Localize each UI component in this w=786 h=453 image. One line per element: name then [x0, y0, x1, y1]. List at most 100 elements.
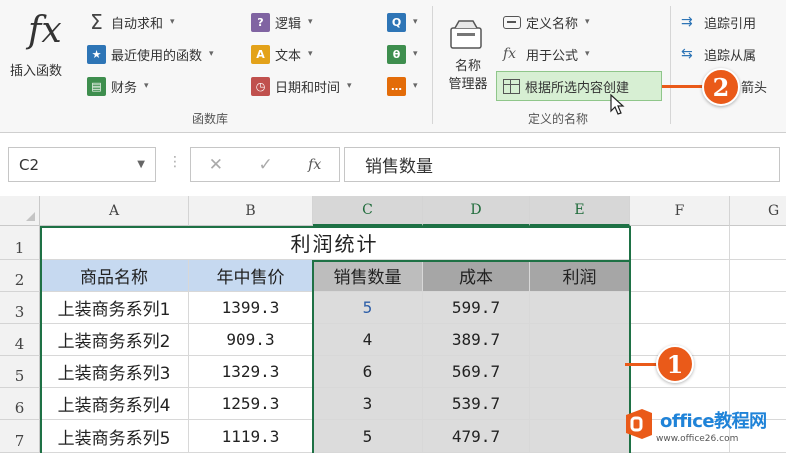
column-header-c[interactable]: C	[313, 196, 423, 226]
formula-input[interactable]: 销售数量	[344, 147, 780, 182]
select-all-corner[interactable]	[0, 196, 40, 226]
column-header-b[interactable]: B	[189, 196, 313, 226]
table-cell[interactable]: 1329.3	[189, 356, 313, 388]
cell-f1[interactable]	[630, 226, 730, 260]
resize-handle-icon[interactable]: ⋮	[168, 154, 182, 170]
lookup-reference-button[interactable]: Q ▾	[384, 10, 421, 34]
header-cell-name[interactable]: 商品名称	[40, 260, 189, 292]
table-cell[interactable]: 3	[313, 388, 423, 420]
logical-button[interactable]: ? 逻辑 ▾	[248, 10, 316, 34]
lookup-icon: Q	[387, 12, 406, 32]
table-cell[interactable]: 1399.3	[189, 292, 313, 324]
chevron-down-icon: ▾	[144, 81, 149, 91]
table-cell[interactable]: 上装商务系列1	[40, 292, 189, 324]
cell-g2[interactable]	[730, 260, 786, 292]
column-header-g[interactable]: G	[730, 196, 786, 226]
cell-g3[interactable]	[730, 292, 786, 324]
date-time-button[interactable]: ◷ 日期和时间 ▾	[248, 74, 355, 98]
table-cell[interactable]: 上装商务系列5	[40, 420, 189, 453]
cell-g1[interactable]	[730, 226, 786, 260]
insert-function-icon[interactable]: fx	[308, 157, 321, 173]
table-cell[interactable]: 389.7	[423, 324, 530, 356]
financial-button[interactable]: ▤ 财务 ▾	[84, 74, 152, 98]
use-in-formula-button[interactable]: 𝑓x 用于公式 ▾	[500, 42, 593, 66]
table-cell[interactable]	[530, 388, 630, 420]
define-name-button[interactable]: 定义名称 ▾	[500, 10, 593, 34]
row-header-6[interactable]: 6	[0, 388, 40, 420]
clock-icon: ◷	[251, 76, 270, 96]
trace-precedents-button[interactable]: ⇉ 追踪引用	[678, 10, 759, 34]
recent-functions-button[interactable]: ★ 最近使用的函数 ▾	[84, 42, 217, 66]
sigma-icon: Σ	[90, 10, 103, 34]
row-header-2[interactable]: 2	[0, 260, 40, 292]
table-cell[interactable]: 4	[313, 324, 423, 356]
chevron-down-icon: ▾	[413, 49, 418, 59]
cell-g4[interactable]	[730, 324, 786, 356]
fx-formula-icon: 𝑓x	[503, 46, 517, 62]
callout-1-badge: 1	[656, 345, 694, 383]
name-manager-label: 名称 管理器	[448, 59, 488, 92]
header-cell-profit[interactable]: 利润	[530, 260, 630, 292]
logic-icon: ?	[251, 12, 270, 32]
more-functions-button[interactable]: … ▾	[384, 74, 421, 98]
ribbon: fx 插入函数 Σ 自动求和 ▾ ★ 最近使用的函数 ▾ ▤ 财务 ▾ ? 逻辑…	[0, 0, 786, 133]
header-cell-price[interactable]: 年中售价	[189, 260, 313, 292]
trace-precedents-icon: ⇉	[681, 14, 693, 30]
table-cell[interactable]: 479.7	[423, 420, 530, 453]
cell-f3[interactable]	[630, 292, 730, 324]
table-cell[interactable]	[530, 356, 630, 388]
name-box[interactable]: C2 ▼	[8, 147, 156, 182]
cancel-icon[interactable]: ✕	[209, 155, 223, 175]
chevron-down-icon: ▾	[308, 49, 313, 59]
table-cell[interactable]: 539.7	[423, 388, 530, 420]
chevron-down-icon: ▾	[170, 17, 175, 27]
name-manager-icon	[450, 20, 482, 49]
column-header-e[interactable]: E	[530, 196, 630, 226]
header-cell-quantity[interactable]: 销售数量	[313, 260, 423, 292]
table-cell[interactable]	[530, 292, 630, 324]
insert-function-button[interactable]: fx 插入函数	[6, 8, 76, 88]
function-library-group-label: 函数库	[192, 112, 229, 126]
cell-f2[interactable]	[630, 260, 730, 292]
group-divider	[432, 6, 433, 124]
text-button[interactable]: A 文本 ▾	[248, 42, 316, 66]
table-cell[interactable]	[530, 324, 630, 356]
cell-g5[interactable]	[730, 356, 786, 388]
row-header-7[interactable]: 7	[0, 420, 40, 453]
chevron-down-icon: ▾	[347, 81, 352, 91]
row-header-5[interactable]: 5	[0, 356, 40, 388]
column-header-d[interactable]: D	[423, 196, 530, 226]
name-manager-button[interactable]: 名称 管理器	[440, 12, 494, 102]
table-cell[interactable]: 上装商务系列4	[40, 388, 189, 420]
chevron-down-icon: ▾	[585, 17, 590, 27]
column-header-f[interactable]: F	[630, 196, 730, 226]
row-header-3[interactable]: 3	[0, 292, 40, 324]
math-trig-button[interactable]: θ ▾	[384, 42, 421, 66]
table-cell[interactable]: 599.7	[423, 292, 530, 324]
table-cell[interactable]: 上装商务系列3	[40, 356, 189, 388]
watermark-brand: office教程网	[660, 411, 767, 432]
remove-arrows-button[interactable]: 箭头	[738, 74, 770, 98]
header-cell-cost[interactable]: 成本	[423, 260, 530, 292]
table-cell[interactable]: 5	[313, 292, 423, 324]
table-cell[interactable]: 上装商务系列2	[40, 324, 189, 356]
table-cell[interactable]	[530, 420, 630, 453]
watermark: office教程网 www.office26.com	[622, 405, 786, 453]
autosum-button[interactable]: Σ 自动求和 ▾	[84, 10, 178, 34]
tag-icon	[503, 15, 521, 29]
table-cell[interactable]: 569.7	[423, 356, 530, 388]
table-cell[interactable]: 5	[313, 420, 423, 453]
column-header-a[interactable]: A	[40, 196, 189, 226]
table-cell[interactable]: 6	[313, 356, 423, 388]
trace-dependents-button[interactable]: ⇆ 追踪从属	[678, 42, 759, 66]
enter-icon[interactable]: ✓	[258, 155, 272, 175]
formula-bar: C2 ▼ ⋮ ✕ ✓ fx 销售数量	[0, 143, 786, 187]
table-cell[interactable]: 909.3	[189, 324, 313, 356]
star-book-icon: ★	[87, 44, 106, 64]
table-cell[interactable]: 1259.3	[189, 388, 313, 420]
create-from-selection-button[interactable]: 根据所选内容创建	[496, 71, 662, 101]
row-header-4[interactable]: 4	[0, 324, 40, 356]
title-cell[interactable]: 利润统计	[40, 226, 630, 260]
row-header-1[interactable]: 1	[0, 226, 40, 260]
table-cell[interactable]: 1119.3	[189, 420, 313, 453]
